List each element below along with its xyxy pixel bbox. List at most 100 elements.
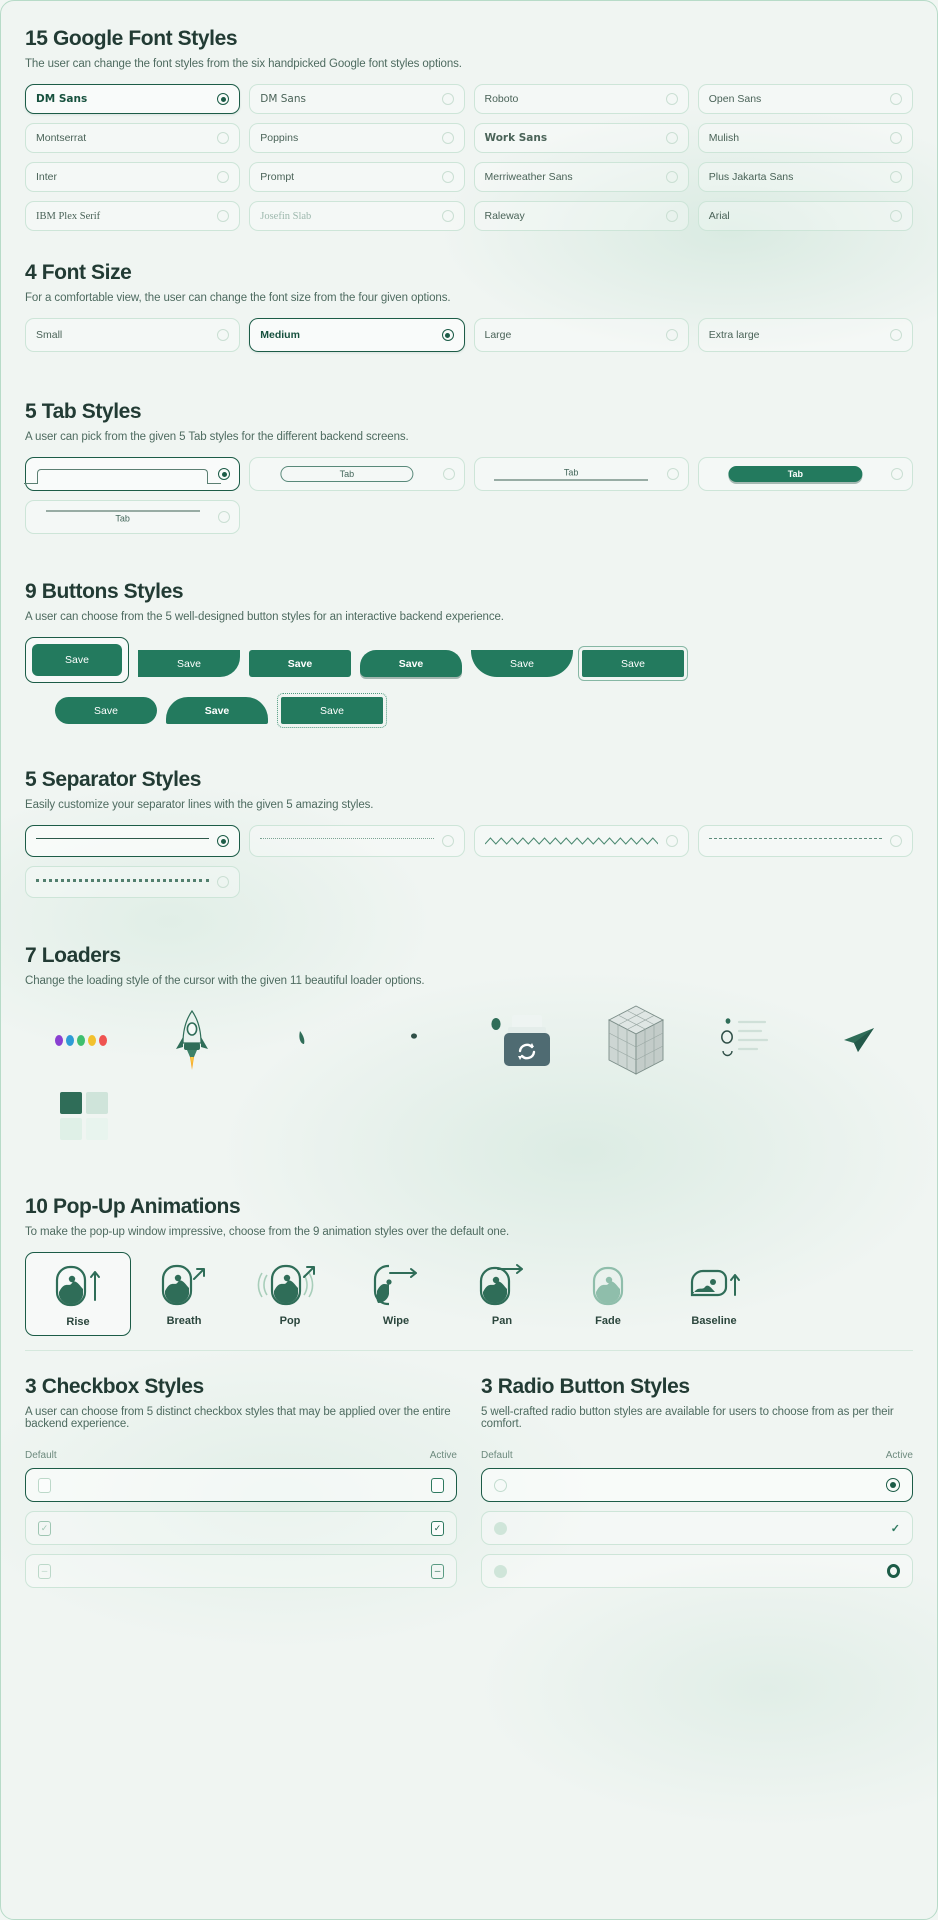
loader-option-cube[interactable] bbox=[580, 1005, 691, 1075]
font-size-option-extra-large[interactable]: Extra large bbox=[697, 318, 913, 352]
radio-icon bbox=[665, 210, 678, 222]
loader-option-dots[interactable] bbox=[25, 1007, 136, 1073]
save-button[interactable]: Save bbox=[249, 650, 351, 677]
font-option-label: Poppins bbox=[260, 132, 299, 144]
save-button[interactable]: Save bbox=[360, 650, 462, 677]
radio-icon bbox=[442, 468, 455, 480]
font-option-label: IBM Plex Serif bbox=[36, 210, 101, 222]
button-option-pill-top[interactable]: Save bbox=[360, 637, 462, 677]
loader-options-row bbox=[25, 1005, 913, 1075]
button-option-square[interactable]: Save bbox=[249, 637, 351, 677]
font-option-label: Inter bbox=[36, 171, 58, 183]
font-option-prompt[interactable]: Prompt bbox=[249, 162, 465, 192]
tab-option-pill-outline[interactable]: Tab bbox=[249, 457, 465, 491]
section-button-styles: 9 Buttons Styles A user can choose from … bbox=[25, 580, 913, 728]
tab-option-underline[interactable]: Tab bbox=[473, 457, 689, 491]
radio-style-row-2[interactable]: ✓ bbox=[481, 1511, 913, 1545]
tab-preview-label: Tab bbox=[280, 466, 414, 482]
font-size-options-grid: Small Medium Large Extra large bbox=[25, 318, 913, 352]
button-option-bowl[interactable]: Save bbox=[471, 637, 573, 677]
tab-option-overline[interactable]: Tab bbox=[25, 500, 241, 534]
font-option-raleway[interactable]: Raleway bbox=[473, 201, 689, 231]
checkbox-active-icon[interactable]: – bbox=[431, 1563, 444, 1579]
loader-option-typing-lines[interactable] bbox=[691, 1007, 802, 1073]
checkbox-style-row-3[interactable]: – – bbox=[25, 1554, 457, 1588]
popup-option-breath[interactable]: Breath bbox=[131, 1252, 237, 1336]
checkbox-default-icon[interactable]: – bbox=[38, 1563, 51, 1579]
separator-option-solid-selected[interactable] bbox=[25, 825, 241, 857]
checkbox-default-icon[interactable]: ✓ bbox=[38, 1520, 51, 1536]
font-size-option-medium-selected[interactable]: Medium bbox=[249, 318, 465, 352]
tab-preview-underline: Tab bbox=[484, 463, 659, 485]
font-size-option-large[interactable]: Large bbox=[473, 318, 689, 352]
save-button[interactable]: Save bbox=[55, 697, 157, 724]
popup-option-label: Fade bbox=[595, 1315, 621, 1327]
radio-default-icon[interactable] bbox=[494, 1521, 507, 1535]
radio-style-row-3[interactable] bbox=[481, 1554, 913, 1588]
checkbox-style-row-2[interactable]: ✓ ✓ bbox=[25, 1511, 457, 1545]
font-option-label: Work Sans bbox=[484, 132, 548, 144]
font-option-roboto[interactable]: Roboto bbox=[473, 84, 689, 114]
loader-option-paper-plane[interactable] bbox=[802, 1007, 913, 1073]
font-option-dm-sans[interactable]: DM Sans bbox=[249, 84, 465, 114]
radio-style-row-1[interactable] bbox=[481, 1468, 913, 1502]
tab-option-pill-filled[interactable]: Tab bbox=[697, 457, 913, 491]
save-button[interactable]: Save bbox=[32, 644, 122, 676]
radio-active-icon[interactable]: ✓ bbox=[891, 1522, 900, 1535]
dots-loader-icon bbox=[54, 1034, 107, 1046]
font-option-dm-sans-selected[interactable]: DM Sans bbox=[25, 84, 241, 114]
font-option-arial[interactable]: Arial bbox=[697, 201, 913, 231]
tab-option-shape-selected[interactable] bbox=[23, 457, 241, 491]
checkbox-active-icon[interactable] bbox=[431, 1477, 444, 1493]
font-option-merriweather-sans[interactable]: Merriweather Sans bbox=[473, 162, 689, 192]
button-option-rounded-selected[interactable]: Save bbox=[25, 637, 129, 683]
radio-active-icon[interactable] bbox=[887, 1564, 900, 1578]
radio-default-icon[interactable] bbox=[494, 1478, 507, 1492]
popup-option-wipe[interactable]: Wipe bbox=[343, 1252, 449, 1336]
font-option-open-sans[interactable]: Open Sans bbox=[697, 84, 913, 114]
font-option-plus-jakarta-sans[interactable]: Plus Jakarta Sans bbox=[697, 162, 913, 192]
loader-option-printer[interactable] bbox=[469, 1007, 580, 1073]
popup-option-baseline[interactable]: Baseline bbox=[661, 1252, 767, 1336]
font-option-mulish[interactable]: Mulish bbox=[697, 123, 913, 153]
radio-icon bbox=[665, 329, 678, 341]
separator-option-dotted[interactable] bbox=[249, 825, 465, 857]
radio-default-icon[interactable] bbox=[494, 1564, 507, 1578]
font-option-montserrat[interactable]: Montserrat bbox=[25, 123, 241, 153]
button-option-leaf[interactable]: Save bbox=[138, 637, 240, 677]
popup-option-fade[interactable]: Fade bbox=[555, 1252, 661, 1336]
radio-icon bbox=[666, 468, 679, 480]
popup-option-pan[interactable]: Pan bbox=[449, 1252, 555, 1336]
radio-icon bbox=[441, 329, 454, 341]
button-option-outline[interactable]: Save bbox=[578, 637, 688, 681]
checkbox-active-icon[interactable]: ✓ bbox=[431, 1520, 444, 1536]
radio-active-icon[interactable] bbox=[886, 1478, 900, 1492]
checkbox-style-row-1[interactable] bbox=[25, 1468, 457, 1502]
font-option-inter[interactable]: Inter bbox=[25, 162, 241, 192]
button-option-dotted[interactable]: Save bbox=[277, 693, 387, 728]
loader-option-dot[interactable] bbox=[358, 1007, 469, 1073]
popup-option-rise-selected[interactable]: Rise bbox=[25, 1252, 131, 1336]
font-option-ibm-plex-serif[interactable]: IBM Plex Serif bbox=[25, 201, 241, 231]
save-button[interactable]: Save bbox=[578, 646, 688, 681]
checkbox-default-icon[interactable] bbox=[38, 1477, 51, 1493]
loader-option-squares[interactable] bbox=[25, 1083, 142, 1149]
save-button[interactable]: Save bbox=[277, 693, 387, 728]
separator-option-dashed[interactable] bbox=[697, 825, 913, 857]
loader-option-rocket[interactable] bbox=[136, 1007, 247, 1073]
font-option-poppins[interactable]: Poppins bbox=[249, 123, 465, 153]
popup-option-label: Baseline bbox=[691, 1315, 737, 1327]
separator-option-zigzag[interactable] bbox=[473, 825, 689, 857]
font-option-work-sans[interactable]: Work Sans bbox=[473, 123, 689, 153]
separator-option-thick-dotted[interactable] bbox=[25, 866, 241, 898]
popup-option-pop[interactable]: Pop bbox=[237, 1252, 343, 1336]
save-button[interactable]: Save bbox=[471, 650, 573, 677]
save-button[interactable]: Save bbox=[138, 650, 240, 677]
checkbox-col-active: Active bbox=[429, 1450, 457, 1461]
font-option-josefin-slab[interactable]: Josefin Slab bbox=[249, 201, 465, 231]
loader-option-comet[interactable] bbox=[247, 1007, 358, 1073]
button-option-pill[interactable]: Save bbox=[55, 697, 157, 724]
font-size-option-small[interactable]: Small bbox=[25, 318, 241, 352]
save-button[interactable]: Save bbox=[166, 697, 268, 724]
button-option-arch[interactable]: Save bbox=[166, 697, 268, 724]
